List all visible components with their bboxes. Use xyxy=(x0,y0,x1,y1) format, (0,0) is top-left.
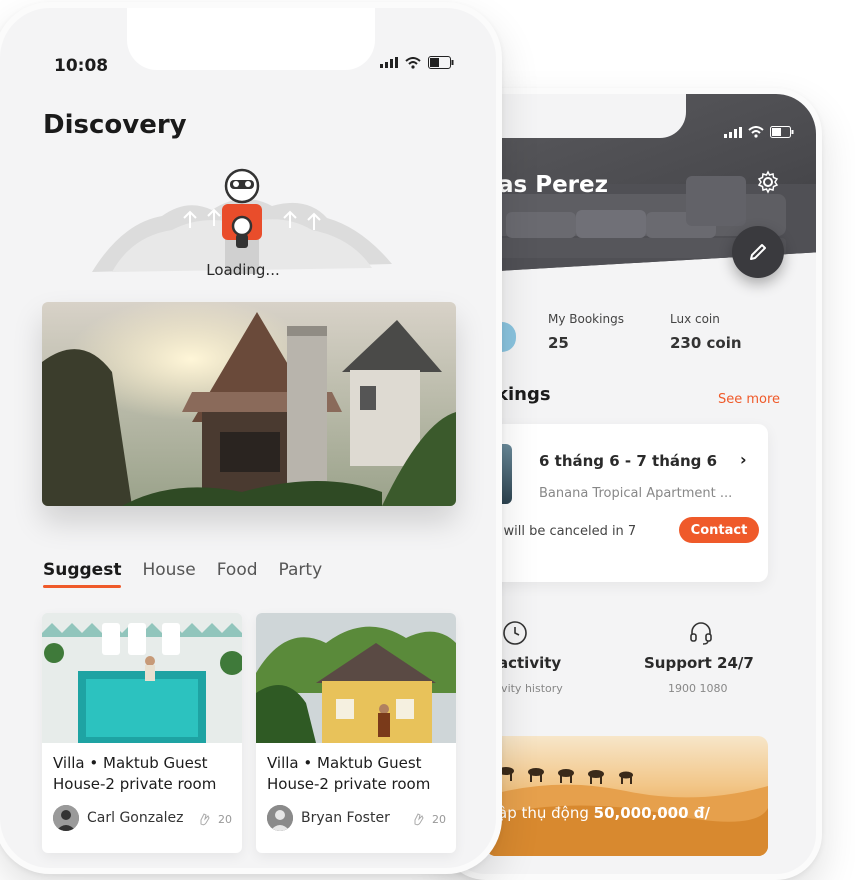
stat-label-coins: Lux coin xyxy=(670,312,720,326)
listing-host: Bryan Foster xyxy=(267,805,390,831)
headset-icon xyxy=(690,622,712,645)
promo-banner[interactable] xyxy=(486,736,768,856)
likes-value: 20 xyxy=(432,812,446,826)
listing-card[interactable]: Villa • Maktub Guest House-2 private roo… xyxy=(256,613,456,853)
wifi-icon xyxy=(748,126,764,138)
promo-text: ập thụ động 50,000,000 đ/ xyxy=(498,804,710,822)
contact-button[interactable]: Contact xyxy=(679,517,759,543)
page-title: Discovery xyxy=(43,110,187,140)
booking-dates: 6 tháng 6 - 7 tháng 6 xyxy=(539,452,718,470)
listing-host: Carl Gonzalez xyxy=(53,805,184,831)
see-more-link[interactable]: See more xyxy=(718,392,780,407)
battery-icon xyxy=(428,56,454,69)
villa-photo xyxy=(42,302,456,506)
hero-image[interactable] xyxy=(42,302,456,506)
stat-value-bookings: 25 xyxy=(548,334,569,352)
tab-suggest[interactable]: Suggest xyxy=(43,560,122,588)
booking-card[interactable]: 6 tháng 6 - 7 tháng 6 › Banana Tropical … xyxy=(486,424,768,582)
booking-note: er will be canceled in 7 xyxy=(486,524,637,539)
promo-prefix: ập thụ động xyxy=(498,804,594,822)
bookings-section-title: kings xyxy=(496,384,551,405)
clap-icon xyxy=(414,813,424,826)
category-tabs: Suggest House Food Party xyxy=(43,560,323,588)
tab-house[interactable]: House xyxy=(142,560,195,580)
house-photo xyxy=(256,613,456,743)
likes-count[interactable]: 20 xyxy=(197,811,232,827)
clock-icon xyxy=(503,621,527,645)
listing-title: Villa • Maktub Guest House-2 private roo… xyxy=(267,754,431,793)
tab-food[interactable]: Food xyxy=(217,560,258,580)
profile-name: as Perez xyxy=(498,172,609,198)
feature-title-activity[interactable]: activity xyxy=(498,654,561,672)
promo-amount: 50,000,000 đ/ xyxy=(593,804,710,822)
stat-value-coins: 230 coin xyxy=(670,334,742,352)
host-name: Carl Gonzalez xyxy=(87,810,184,826)
camel-caravan-image xyxy=(486,767,768,856)
chevron-right-icon[interactable]: › xyxy=(740,450,747,469)
feature-sub-activity: ivity history xyxy=(498,682,563,695)
pool-photo xyxy=(42,613,242,743)
status-bar xyxy=(380,56,454,69)
booking-place: Banana Tropical Apartment ... xyxy=(539,486,733,501)
listing-title: Villa • Maktub Guest House-2 private roo… xyxy=(53,754,217,793)
battery-icon xyxy=(770,126,794,138)
loading-text: Loading... xyxy=(206,261,280,279)
wifi-icon xyxy=(405,56,421,69)
gear-icon[interactable] xyxy=(756,170,780,194)
user-avatar-image xyxy=(267,805,293,831)
feature-sub-support: 1900 1080 xyxy=(668,682,728,695)
user-avatar-image xyxy=(53,805,79,831)
avatar xyxy=(267,805,293,831)
signal-icon xyxy=(724,126,742,138)
pencil-icon xyxy=(750,244,766,260)
tab-party[interactable]: Party xyxy=(279,560,323,580)
stat-label-bookings: My Bookings xyxy=(548,312,624,326)
notch xyxy=(127,8,375,70)
clap-icon xyxy=(200,813,210,826)
likes-value: 20 xyxy=(218,812,232,826)
signal-icon xyxy=(380,57,398,68)
discovery-phone: 10:08 Discovery Loading... Suggest House… xyxy=(0,2,502,874)
listing-card[interactable]: Villa • Maktub Guest House-2 private roo… xyxy=(42,613,242,853)
feature-title-support[interactable]: Support 24/7 xyxy=(644,654,754,672)
status-time: 10:08 xyxy=(54,56,109,76)
avatar xyxy=(53,805,79,831)
status-bar xyxy=(724,126,794,138)
likes-count[interactable]: 20 xyxy=(411,811,446,827)
edit-profile-button[interactable] xyxy=(732,226,784,278)
host-name: Bryan Foster xyxy=(301,810,390,826)
